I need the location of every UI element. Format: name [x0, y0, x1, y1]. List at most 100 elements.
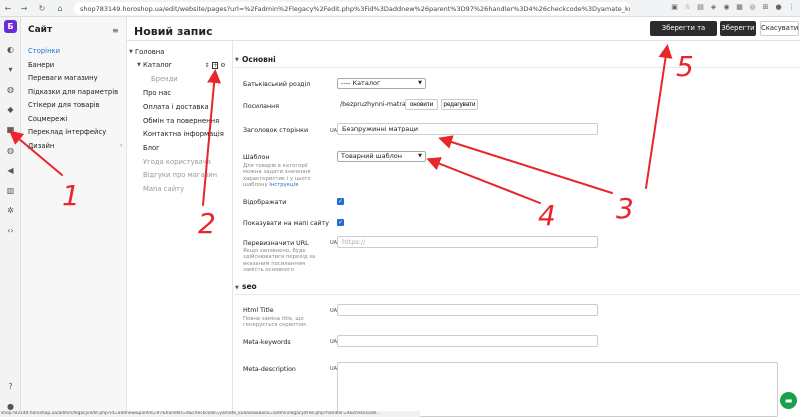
home-icon[interactable]: ⌂: [54, 4, 66, 13]
sidebar-item-advantages[interactable]: Переваги магазину: [28, 74, 98, 82]
annotation-arrow-5: [645, 44, 673, 189]
tree-item-brands[interactable]: Бренди: [151, 75, 178, 83]
reload-icon[interactable]: ↻: [36, 4, 48, 13]
icon-rail: Б ◐ ▾ ◍ ◆ ▦ ◍ ◀ ▥ ✲ ‹› ? ●: [0, 17, 21, 417]
more-icon[interactable]: ⋮: [787, 3, 796, 13]
chat-icon[interactable]: ▬: [780, 392, 797, 409]
tree-item[interactable]: Контактна інформація: [143, 130, 224, 138]
megaphone-icon[interactable]: ◀: [5, 165, 16, 176]
display-checkbox[interactable]: ✓: [337, 198, 344, 205]
tree-collapse-icon[interactable]: ▼: [137, 62, 141, 68]
extension-icon[interactable]: ◉: [722, 3, 731, 13]
extension-icon[interactable]: ▤: [696, 3, 705, 13]
html-title-input[interactable]: [337, 304, 598, 316]
meta-keywords-label: Meta-keywords: [243, 339, 291, 346]
meta-description-textarea[interactable]: [337, 362, 778, 417]
back-icon[interactable]: ←: [2, 4, 14, 13]
tree-item-catalog[interactable]: Каталог: [143, 61, 172, 69]
star-icon[interactable]: ☆: [683, 3, 692, 13]
section-main-title: Основні: [242, 55, 276, 64]
url-text: shop783149.horoshop.ua/edit/website/page…: [80, 4, 630, 13]
add-child-icon[interactable]: +: [212, 62, 218, 69]
sidebar: Сайт ≡ Сторінки Банери Переваги магазину…: [21, 17, 127, 417]
heading-input[interactable]: Безпружинні матраци: [337, 123, 598, 135]
help-icon[interactable]: ?: [5, 381, 16, 392]
tree-item-home[interactable]: Головна: [135, 48, 164, 56]
section-divider: [234, 67, 800, 68]
sidebar-item-pages[interactable]: Сторінки: [28, 47, 60, 55]
heading-label: Заголовок сторінки: [243, 127, 309, 134]
tree-item[interactable]: Блог: [143, 144, 160, 152]
tree-item[interactable]: Мапа сайту: [143, 185, 184, 193]
browser-extensions: ▣ ☆ ▤ ◈ ◉ ▦ ◎ ⊞ ● ⋮: [670, 3, 796, 13]
browser-toolbar: ← → ↻ ⌂ shop783149.horoshop.ua/edit/webs…: [0, 0, 800, 17]
section-divider: [234, 294, 800, 295]
meta-keywords-input[interactable]: [337, 335, 598, 347]
sidebar-item-socials[interactable]: Соцмережі: [28, 115, 67, 123]
display-label: Відображати: [243, 199, 287, 206]
update-link-button[interactable]: оновити: [405, 99, 438, 110]
sidebar-item-design[interactable]: Дизайн: [28, 142, 54, 150]
extension-icon[interactable]: ▦: [735, 3, 744, 13]
template-select[interactable]: Товарний шаблон ▼: [337, 151, 426, 162]
settings-icon[interactable]: ⚙: [220, 62, 226, 69]
show-map-checkbox[interactable]: ✓: [337, 219, 344, 226]
tree-item[interactable]: Угода користувача: [143, 158, 211, 166]
extension-icon[interactable]: ◎: [748, 3, 757, 13]
chart-icon[interactable]: ▥: [5, 185, 16, 196]
edit-link-button[interactable]: редагувати: [441, 99, 478, 110]
address-bar[interactable]: shop783149.horoshop.ua/edit/website/page…: [74, 2, 630, 15]
dashboard-icon[interactable]: ◐: [5, 44, 16, 55]
annotation-number-4: 4: [538, 199, 556, 232]
template-select-value: Товарний шаблон: [341, 152, 402, 160]
tree-collapse-icon[interactable]: ▼: [129, 49, 133, 55]
override-url-label: Перевизначити URL: [243, 240, 309, 247]
save-exit-button[interactable]: Зберегти та вийти: [650, 21, 717, 45]
forward-icon[interactable]: →: [18, 4, 30, 13]
settings-icon[interactable]: ✲: [5, 205, 16, 216]
save-button[interactable]: Зберегти: [720, 21, 756, 36]
section-collapse-icon[interactable]: ▼: [235, 57, 239, 63]
menu-icon[interactable]: ≡: [112, 26, 119, 35]
page-tree: ▼ Головна ▼ Каталог ⇕ + ⚙ Бренди Про нас…: [127, 41, 233, 417]
template-instruction-link[interactable]: Інструкція: [269, 182, 298, 188]
cart-icon[interactable]: ▾: [5, 64, 16, 75]
annotation-arrow-3: [438, 135, 613, 194]
globe-icon[interactable]: ◍: [5, 145, 16, 156]
override-url-input[interactable]: https://: [337, 236, 598, 248]
template-hint: Для товарів в категорії можна задати зна…: [243, 163, 325, 189]
chevron-down-icon: ▼: [418, 153, 422, 159]
link-label: Посилання: [243, 103, 280, 110]
sidebar-item-translation[interactable]: Переклад інтерфейсу: [28, 128, 106, 136]
cancel-button[interactable]: Скасувати: [760, 21, 799, 36]
section-collapse-icon[interactable]: ▼: [235, 285, 239, 291]
brand-logo-icon[interactable]: Б: [4, 20, 17, 33]
annotation-arrow-4: [426, 157, 541, 204]
chevron-down-icon: ▼: [418, 80, 422, 86]
extension-icon[interactable]: ◈: [709, 3, 718, 13]
tree-item[interactable]: Оплата і доставка: [143, 103, 209, 111]
template-label: Шаблон: [243, 154, 270, 161]
collapse-icon[interactable]: ‹›: [5, 225, 16, 236]
tag-icon[interactable]: ◆: [5, 104, 16, 115]
sidebar-item-stickers[interactable]: Стікери для товарів: [28, 101, 100, 109]
sidebar-item-hints[interactable]: Підказки для параметрів: [28, 88, 118, 96]
meta-description-label: Meta-description: [243, 366, 296, 373]
site-icon[interactable]: ▦: [5, 124, 16, 135]
move-icon[interactable]: ⇕: [204, 62, 210, 69]
profile-icon[interactable]: ●: [774, 3, 783, 13]
users-icon[interactable]: ◍: [5, 84, 16, 95]
html-title-hint: Повна заміна title, що генерується скрип…: [243, 316, 306, 329]
tree-item[interactable]: Про нас: [143, 89, 171, 97]
annotation-number-3: 3: [616, 192, 634, 225]
sidebar-item-banners[interactable]: Банери: [28, 61, 54, 69]
extension-icon[interactable]: ⊞: [761, 3, 770, 13]
chevron-right-icon: ›: [120, 142, 123, 149]
section-seo-title: seo: [242, 282, 257, 291]
parent-select[interactable]: ---- Каталог ▼: [337, 78, 426, 89]
tree-item[interactable]: Обмін та повернення: [143, 117, 219, 125]
parent-select-value: ---- Каталог: [341, 79, 381, 87]
extension-icon[interactable]: ▣: [670, 3, 679, 13]
tree-item[interactable]: Відгуки про магазин: [143, 171, 217, 179]
sidebar-title: Сайт: [28, 25, 53, 35]
